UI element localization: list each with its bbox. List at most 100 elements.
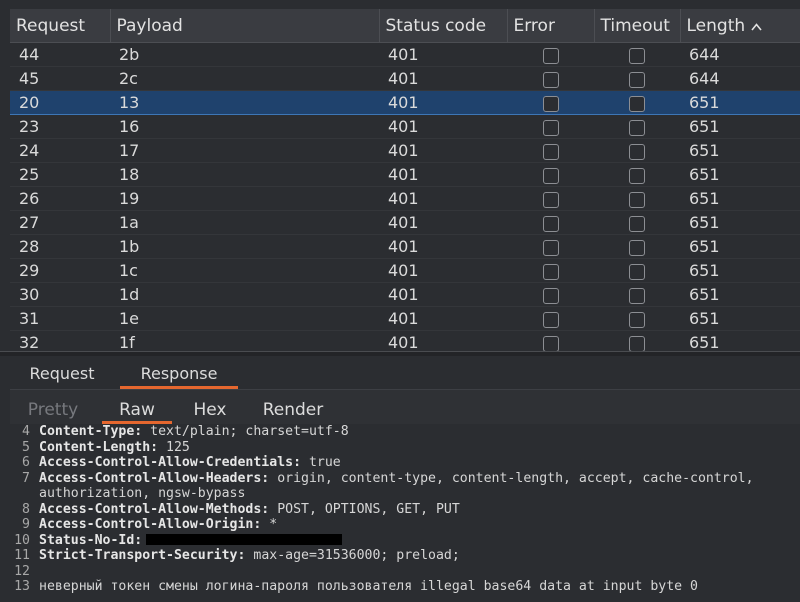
header-value: POST, OPTIONS, GET, PUT: [269, 501, 460, 517]
table-row[interactable]: 24 17 401 651: [10, 138, 800, 163]
table-row[interactable]: 23 16 401 651: [10, 114, 800, 139]
column-error[interactable]: Error: [507, 9, 595, 43]
request-number-cell: 30: [10, 282, 110, 307]
payload-cell: 1f: [110, 330, 379, 351]
timeout-checkbox[interactable]: [629, 239, 645, 256]
header-name: Access-Control-Allow-Headers:: [39, 470, 270, 486]
column-length[interactable]: Length: [680, 9, 800, 43]
table-row[interactable]: 44 2b 401 644: [10, 42, 800, 67]
table-row[interactable]: 27 1a 401 651: [10, 210, 800, 235]
status-code-cell: 401: [379, 330, 507, 351]
tab-raw[interactable]: Raw: [102, 390, 172, 424]
timeout-checkbox[interactable]: [629, 119, 645, 136]
error-checkbox[interactable]: [542, 167, 559, 184]
status-code-cell: 401: [379, 258, 507, 283]
response-line: 12: [10, 564, 39, 580]
response-line: 10 Status-No-Id:: [10, 532, 343, 549]
redacted-value: [146, 534, 343, 545]
error-checkbox[interactable]: [542, 335, 559, 351]
error-checkbox[interactable]: [542, 119, 559, 136]
timeout-cell: [594, 42, 680, 67]
timeout-checkbox[interactable]: [629, 71, 645, 88]
request-number-cell: 23: [10, 114, 110, 139]
column-status-code[interactable]: Status code: [379, 9, 508, 43]
line-number: 10: [14, 532, 30, 548]
column-request[interactable]: Request: [10, 9, 111, 43]
status-code-cell: 401: [379, 114, 507, 139]
error-cell: [507, 66, 594, 91]
timeout-checkbox[interactable]: [629, 191, 645, 208]
header-value: true: [301, 455, 341, 470]
timeout-cell: [594, 330, 680, 351]
response-line: authorization, ngsw-bypass: [10, 486, 245, 502]
header-name: Content-Length:: [39, 439, 159, 455]
timeout-checkbox[interactable]: [629, 143, 645, 160]
line-number: 9: [22, 517, 30, 532]
status-code-cell: 401: [379, 234, 507, 259]
request-number-cell: 31: [10, 306, 110, 331]
table-row[interactable]: 32 1f 401 651: [10, 330, 800, 351]
table-row[interactable]: 20 13 401 651: [10, 90, 800, 115]
tab-request[interactable]: Request: [16, 356, 108, 386]
length-cell: 651: [680, 306, 800, 331]
timeout-checkbox[interactable]: [629, 167, 645, 184]
column-timeout[interactable]: Timeout: [594, 9, 681, 43]
timeout-cell: [594, 162, 680, 187]
error-cell: [507, 42, 594, 67]
header-value: authorization, ngsw-bypass: [39, 486, 246, 501]
table-row[interactable]: 26 19 401 651: [10, 186, 800, 211]
tab-pretty[interactable]: Pretty: [18, 390, 88, 421]
timeout-checkbox[interactable]: [629, 47, 645, 64]
header-name: Content-Type:: [39, 424, 143, 439]
length-cell: 651: [680, 138, 800, 163]
table-row[interactable]: 30 1d 401 651: [10, 282, 800, 307]
error-checkbox[interactable]: [542, 263, 559, 280]
payload-cell: 18: [110, 162, 379, 187]
status-code-cell: 401: [379, 90, 507, 115]
error-checkbox[interactable]: [542, 215, 559, 232]
error-checkbox[interactable]: [542, 143, 559, 160]
timeout-checkbox[interactable]: [629, 311, 645, 328]
error-checkbox[interactable]: [542, 191, 559, 208]
raw-response-editor[interactable]: 4 Content-Type: text/plain; charset=utf-8…: [10, 424, 800, 602]
length-cell: 644: [680, 42, 800, 67]
length-cell: 651: [680, 258, 800, 283]
request-number-cell: 24: [10, 138, 110, 163]
line-number: 4: [22, 424, 30, 439]
table-row[interactable]: 29 1c 401 651: [10, 258, 800, 283]
timeout-checkbox[interactable]: [629, 287, 645, 304]
payload-cell: 1a: [110, 210, 379, 235]
error-checkbox[interactable]: [542, 47, 559, 64]
table-row[interactable]: 28 1b 401 651: [10, 234, 800, 259]
status-code-cell: 401: [379, 42, 507, 67]
error-cell: [507, 138, 594, 163]
timeout-checkbox[interactable]: [629, 335, 645, 351]
timeout-checkbox[interactable]: [629, 215, 645, 232]
line-number: 6: [22, 455, 30, 470]
payload-cell: 2b: [110, 42, 379, 67]
table-row[interactable]: 31 1e 401 651: [10, 306, 800, 331]
error-checkbox[interactable]: [542, 71, 559, 88]
status-code-cell: 401: [379, 138, 507, 163]
sort-ascending-icon: [751, 22, 762, 31]
timeout-checkbox[interactable]: [629, 263, 645, 280]
timeout-cell: [594, 66, 680, 91]
payload-cell: 2c: [110, 66, 379, 91]
line-number: 12: [14, 563, 30, 579]
tab-render[interactable]: Render: [252, 390, 334, 421]
table-row[interactable]: 45 2c 401 644: [10, 66, 800, 91]
request-number-cell: 27: [10, 210, 110, 235]
tab-response[interactable]: Response: [120, 356, 238, 389]
timeout-checkbox[interactable]: [629, 95, 645, 112]
length-cell: 651: [680, 330, 800, 351]
request-number-cell: 29: [10, 258, 110, 283]
error-checkbox[interactable]: [542, 239, 559, 256]
column-payload[interactable]: Payload: [110, 9, 380, 43]
table-row[interactable]: 25 18 401 651: [10, 162, 800, 187]
error-checkbox[interactable]: [542, 311, 559, 328]
error-checkbox[interactable]: [542, 287, 559, 304]
payload-cell: 1d: [110, 282, 379, 307]
tab-hex[interactable]: Hex: [176, 390, 244, 421]
response-line: 11 Strict-Transport-Security: max-age=315…: [10, 548, 460, 564]
error-checkbox[interactable]: [542, 95, 559, 112]
